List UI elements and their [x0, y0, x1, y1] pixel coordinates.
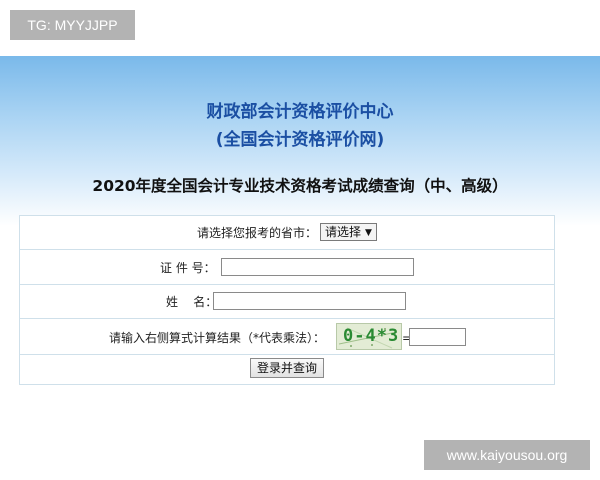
tag-badge: TG: MYYJJPP: [10, 10, 135, 40]
triangle-down-icon: ▼: [365, 228, 372, 238]
captcha-image[interactable]: 0-4*3: [336, 323, 402, 350]
captcha-label: 请输入右侧算式计算结果（*代表乘法）：: [109, 331, 326, 345]
id-row: 证 件 号：: [20, 250, 554, 285]
province-select-value: 请选择: [325, 225, 362, 239]
captcha-text: 0-4*3: [343, 326, 400, 346]
captcha-row: 请输入右侧算式计算结果（*代表乘法）： 0-4*3 =: [20, 319, 554, 355]
id-number-input[interactable]: [221, 258, 414, 276]
org-name: 财政部会计资格评价中心: [206, 102, 394, 122]
query-form: 请选择您报考的省市： 请选择 ▼ 证 件 号： 姓 名： 请输入右侧算式计算结果（…: [19, 215, 555, 385]
province-row: 请选择您报考的省市： 请选择 ▼: [20, 216, 554, 250]
name-row: 姓 名：: [20, 285, 554, 319]
watermark: www.kaiyousou.org: [424, 440, 590, 470]
province-label: 请选择您报考的省市：: [197, 226, 318, 240]
login-query-button[interactable]: 登录并查询: [250, 358, 325, 378]
id-label: 证 件 号：: [160, 261, 216, 275]
page-title: 2020年度全国会计专业技术资格考试成绩查询（中、高级）: [92, 177, 508, 195]
name-input[interactable]: [213, 292, 406, 310]
org-subname: (全国会计资格评价网): [215, 130, 385, 150]
province-select[interactable]: 请选择 ▼: [320, 223, 377, 241]
name-label: 姓 名：: [166, 295, 218, 309]
captcha-answer-input[interactable]: [409, 328, 466, 346]
submit-row: 登录并查询: [20, 355, 554, 384]
